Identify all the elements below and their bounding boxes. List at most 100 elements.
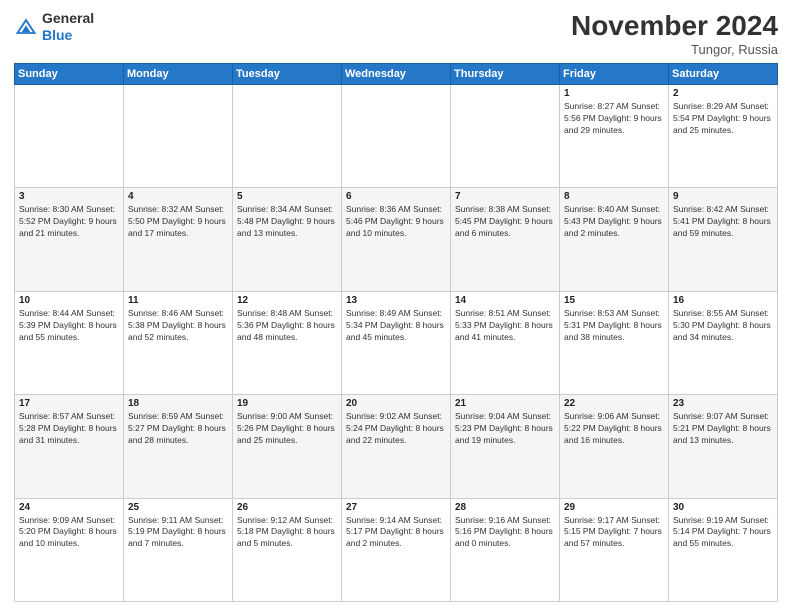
day-cell: 23Sunrise: 9:07 AM Sunset: 5:21 PM Dayli…: [669, 395, 778, 498]
day-number: 13: [346, 295, 446, 306]
day-cell: 2 Sunrise: 8:29 AM Sunset: 5:54 PM Daylig…: [669, 85, 778, 188]
day-number: 17: [19, 398, 119, 409]
day-info: Sunrise: 8:38 AM Sunset: 5:45 PM Dayligh…: [455, 204, 555, 240]
day-info: Sunrise: 9:17 AM Sunset: 5:15 PM Dayligh…: [564, 515, 664, 551]
day-cell: 10 Sunrise: 8:44 AM Sunset: 5:39 PM Dayli…: [15, 291, 124, 394]
day-cell: 16 Sunrise: 8:55 AM Sunset: 5:30 PM Dayli…: [669, 291, 778, 394]
day-cell: 18 Sunrise: 8:59 AM Sunset: 5:27 PM Dayli…: [124, 395, 233, 498]
week-row-2: 3 Sunrise: 8:30 AM Sunset: 5:52 PM Daylig…: [15, 188, 778, 291]
weekday-header-friday: Friday: [560, 64, 669, 85]
logo-blue: Blue: [42, 27, 94, 44]
day-cell: 17Sunrise: 8:57 AM Sunset: 5:28 PM Dayli…: [15, 395, 124, 498]
day-info: Sunrise: 8:40 AM Sunset: 5:43 PM Dayligh…: [564, 204, 664, 240]
day-info: Sunrise: 9:12 AM Sunset: 5:18 PM Dayligh…: [237, 515, 337, 551]
day-cell: 1Sunrise: 8:27 AM Sunset: 5:56 PM Daylig…: [560, 85, 669, 188]
day-number: 26: [237, 502, 337, 513]
day-cell: [124, 85, 233, 188]
day-info: Sunrise: 8:32 AM Sunset: 5:50 PM Dayligh…: [128, 204, 228, 240]
logo-icon: [14, 15, 38, 39]
day-number: 3: [19, 191, 119, 202]
day-number: 21: [455, 398, 555, 409]
day-number: 11: [128, 295, 228, 306]
day-cell: [451, 85, 560, 188]
logo-text: General Blue: [42, 10, 94, 44]
day-info: Sunrise: 8:42 AM Sunset: 5:41 PM Dayligh…: [673, 204, 773, 240]
day-number: 24: [19, 502, 119, 513]
day-info: Sunrise: 9:04 AM Sunset: 5:23 PM Dayligh…: [455, 411, 555, 447]
logo-general: General: [42, 10, 94, 27]
day-number: 12: [237, 295, 337, 306]
day-info: Sunrise: 8:46 AM Sunset: 5:38 PM Dayligh…: [128, 308, 228, 344]
day-cell: 6 Sunrise: 8:36 AM Sunset: 5:46 PM Daylig…: [342, 188, 451, 291]
day-info: Sunrise: 9:00 AM Sunset: 5:26 PM Dayligh…: [237, 411, 337, 447]
day-info: Sunrise: 9:11 AM Sunset: 5:19 PM Dayligh…: [128, 515, 228, 551]
day-cell: 5Sunrise: 8:34 AM Sunset: 5:48 PM Daylig…: [233, 188, 342, 291]
day-cell: 4 Sunrise: 8:32 AM Sunset: 5:50 PM Daylig…: [124, 188, 233, 291]
day-info: Sunrise: 8:51 AM Sunset: 5:33 PM Dayligh…: [455, 308, 555, 344]
day-info: Sunrise: 9:06 AM Sunset: 5:22 PM Dayligh…: [564, 411, 664, 447]
day-info: Sunrise: 9:09 AM Sunset: 5:20 PM Dayligh…: [19, 515, 119, 551]
month-title: November 2024: [571, 10, 778, 42]
day-info: Sunrise: 9:07 AM Sunset: 5:21 PM Dayligh…: [673, 411, 773, 447]
day-cell: 11 Sunrise: 8:46 AM Sunset: 5:38 PM Dayli…: [124, 291, 233, 394]
day-number: 6: [346, 191, 446, 202]
day-cell: [15, 85, 124, 188]
day-number: 8: [564, 191, 664, 202]
day-info: Sunrise: 8:44 AM Sunset: 5:39 PM Dayligh…: [19, 308, 119, 344]
day-number: 28: [455, 502, 555, 513]
day-number: 29: [564, 502, 664, 513]
day-number: 15: [564, 295, 664, 306]
logo: General Blue: [14, 10, 94, 44]
title-block: November 2024 Tungor, Russia: [571, 10, 778, 57]
day-number: 18: [128, 398, 228, 409]
day-info: Sunrise: 8:36 AM Sunset: 5:46 PM Dayligh…: [346, 204, 446, 240]
day-cell: 26 Sunrise: 9:12 AM Sunset: 5:18 PM Dayli…: [233, 498, 342, 601]
day-cell: 15 Sunrise: 8:53 AM Sunset: 5:31 PM Dayli…: [560, 291, 669, 394]
day-info: Sunrise: 8:30 AM Sunset: 5:52 PM Dayligh…: [19, 204, 119, 240]
day-cell: 8 Sunrise: 8:40 AM Sunset: 5:43 PM Daylig…: [560, 188, 669, 291]
day-cell: 28 Sunrise: 9:16 AM Sunset: 5:16 PM Dayli…: [451, 498, 560, 601]
day-cell: 21 Sunrise: 9:04 AM Sunset: 5:23 PM Dayli…: [451, 395, 560, 498]
day-cell: 27Sunrise: 9:14 AM Sunset: 5:17 PM Dayli…: [342, 498, 451, 601]
day-cell: 30 Sunrise: 9:19 AM Sunset: 5:14 PM Dayli…: [669, 498, 778, 601]
day-cell: 24 Sunrise: 9:09 AM Sunset: 5:20 PM Dayli…: [15, 498, 124, 601]
weekday-header-thursday: Thursday: [451, 64, 560, 85]
day-number: 10: [19, 295, 119, 306]
day-number: 2: [673, 88, 773, 99]
day-number: 14: [455, 295, 555, 306]
week-row-5: 24 Sunrise: 9:09 AM Sunset: 5:20 PM Dayli…: [15, 498, 778, 601]
week-row-1: 1Sunrise: 8:27 AM Sunset: 5:56 PM Daylig…: [15, 85, 778, 188]
weekday-header-monday: Monday: [124, 64, 233, 85]
day-cell: 20 Sunrise: 9:02 AM Sunset: 5:24 PM Dayli…: [342, 395, 451, 498]
day-number: 20: [346, 398, 446, 409]
day-info: Sunrise: 8:53 AM Sunset: 5:31 PM Dayligh…: [564, 308, 664, 344]
day-cell: 19 Sunrise: 9:00 AM Sunset: 5:26 PM Dayli…: [233, 395, 342, 498]
page: General Blue November 2024 Tungor, Russi…: [0, 0, 792, 612]
day-number: 1: [564, 88, 664, 99]
day-cell: 3 Sunrise: 8:30 AM Sunset: 5:52 PM Daylig…: [15, 188, 124, 291]
day-info: Sunrise: 9:02 AM Sunset: 5:24 PM Dayligh…: [346, 411, 446, 447]
weekday-header-row: SundayMondayTuesdayWednesdayThursdayFrid…: [15, 64, 778, 85]
day-number: 4: [128, 191, 228, 202]
day-cell: 22Sunrise: 9:06 AM Sunset: 5:22 PM Dayli…: [560, 395, 669, 498]
week-row-3: 10 Sunrise: 8:44 AM Sunset: 5:39 PM Dayli…: [15, 291, 778, 394]
day-number: 27: [346, 502, 446, 513]
weekday-header-saturday: Saturday: [669, 64, 778, 85]
day-number: 7: [455, 191, 555, 202]
day-number: 30: [673, 502, 773, 513]
day-info: Sunrise: 8:34 AM Sunset: 5:48 PM Dayligh…: [237, 204, 337, 240]
day-number: 9: [673, 191, 773, 202]
day-number: 16: [673, 295, 773, 306]
day-number: 19: [237, 398, 337, 409]
day-info: Sunrise: 8:29 AM Sunset: 5:54 PM Dayligh…: [673, 101, 773, 137]
weekday-header-wednesday: Wednesday: [342, 64, 451, 85]
day-info: Sunrise: 8:59 AM Sunset: 5:27 PM Dayligh…: [128, 411, 228, 447]
day-info: Sunrise: 8:55 AM Sunset: 5:30 PM Dayligh…: [673, 308, 773, 344]
day-cell: 13 Sunrise: 8:49 AM Sunset: 5:34 PM Dayli…: [342, 291, 451, 394]
day-cell: 14 Sunrise: 8:51 AM Sunset: 5:33 PM Dayli…: [451, 291, 560, 394]
day-cell: 12Sunrise: 8:48 AM Sunset: 5:36 PM Dayli…: [233, 291, 342, 394]
weekday-header-tuesday: Tuesday: [233, 64, 342, 85]
day-info: Sunrise: 9:16 AM Sunset: 5:16 PM Dayligh…: [455, 515, 555, 551]
day-info: Sunrise: 9:19 AM Sunset: 5:14 PM Dayligh…: [673, 515, 773, 551]
day-info: Sunrise: 8:49 AM Sunset: 5:34 PM Dayligh…: [346, 308, 446, 344]
